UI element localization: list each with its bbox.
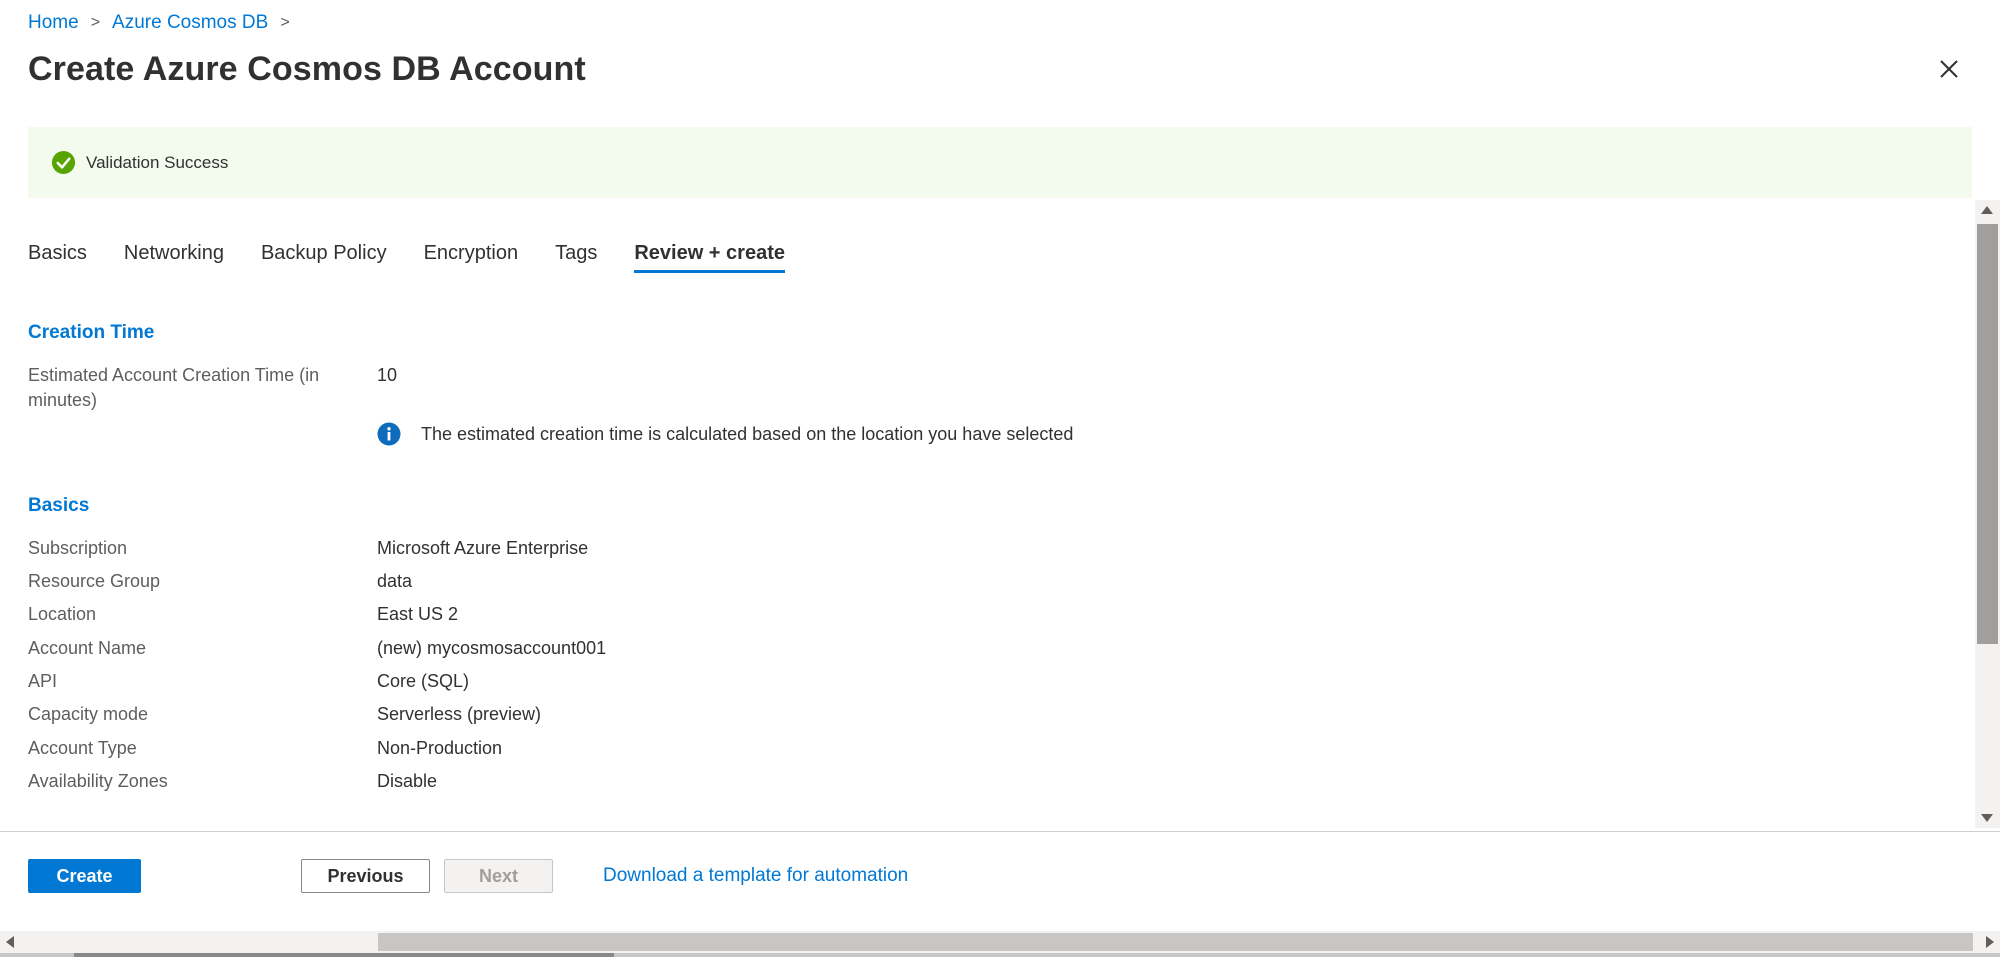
chevron-right-icon: > bbox=[90, 14, 101, 31]
previous-button[interactable]: Previous bbox=[301, 859, 430, 893]
scroll-up-arrow-icon[interactable] bbox=[1981, 206, 1993, 214]
scroll-left-arrow-icon[interactable] bbox=[6, 936, 14, 948]
page-title: Create Azure Cosmos DB Account bbox=[28, 50, 586, 88]
taskbar-strip bbox=[0, 953, 2000, 957]
resource-group-value: data bbox=[377, 571, 413, 591]
footer-divider bbox=[0, 831, 2000, 832]
capacity-mode-value: Serverless (preview) bbox=[377, 704, 542, 724]
breadcrumb-cosmos-link[interactable]: Azure Cosmos DB bbox=[112, 12, 268, 34]
breadcrumb: Home > Azure Cosmos DB > bbox=[28, 12, 302, 34]
subscription-value: Microsoft Azure Enterprise bbox=[377, 538, 589, 558]
account-type-value: Non-Production bbox=[377, 738, 503, 758]
next-button[interactable]: Next bbox=[444, 859, 553, 893]
account-type-label: Account Type bbox=[28, 738, 137, 758]
vertical-scroll-thumb[interactable] bbox=[1977, 224, 1998, 644]
tab-basics[interactable]: Basics bbox=[28, 236, 87, 273]
location-label: Location bbox=[28, 604, 97, 624]
download-template-link[interactable]: Download a template for automation bbox=[603, 865, 908, 887]
availability-zones-value: Disable bbox=[377, 771, 438, 791]
tab-networking[interactable]: Networking bbox=[124, 236, 224, 273]
horizontal-scroll-thumb[interactable] bbox=[378, 933, 1973, 951]
success-check-icon bbox=[51, 150, 76, 175]
api-label: API bbox=[28, 671, 58, 691]
creation-time-info-text: The estimated creation time is calculate… bbox=[421, 423, 1074, 444]
api-value: Core (SQL) bbox=[377, 671, 470, 691]
availability-zones-label: Availability Zones bbox=[28, 771, 168, 791]
chevron-right-icon: > bbox=[280, 14, 290, 31]
tab-tags[interactable]: Tags bbox=[555, 236, 597, 273]
capacity-mode-label: Capacity mode bbox=[28, 704, 149, 724]
close-button[interactable] bbox=[1936, 56, 1962, 82]
validation-message: Validation Success bbox=[86, 152, 229, 172]
account-name-value: (new) mycosmosaccount001 bbox=[377, 638, 607, 658]
wizard-tabs: Basics Networking Backup Policy Encrypti… bbox=[28, 236, 785, 273]
info-icon bbox=[377, 422, 401, 446]
tab-backup-policy[interactable]: Backup Policy bbox=[261, 236, 387, 273]
subscription-label: Subscription bbox=[28, 538, 128, 558]
creation-time-heading: Creation Time bbox=[28, 322, 155, 343]
account-name-label: Account Name bbox=[28, 638, 147, 658]
create-button[interactable]: Create bbox=[28, 859, 141, 893]
scroll-right-arrow-icon[interactable] bbox=[1986, 936, 1994, 948]
creation-time-value: 10 bbox=[377, 365, 398, 385]
tab-encryption[interactable]: Encryption bbox=[424, 236, 519, 273]
breadcrumb-home-link[interactable]: Home bbox=[28, 12, 79, 34]
scroll-down-arrow-icon[interactable] bbox=[1981, 814, 1993, 822]
validation-banner: Validation Success bbox=[28, 127, 1972, 198]
vertical-scrollbar[interactable] bbox=[1975, 200, 2000, 828]
creation-time-label: Estimated Account Creation Time (in minu… bbox=[28, 363, 319, 413]
creation-time-label-line2: minutes) bbox=[28, 390, 98, 410]
taskbar-segment bbox=[74, 953, 614, 957]
tab-review-create[interactable]: Review + create bbox=[634, 236, 785, 273]
basics-heading: Basics bbox=[28, 495, 90, 516]
resource-group-label: Resource Group bbox=[28, 571, 161, 591]
close-icon bbox=[1940, 60, 1958, 78]
horizontal-scrollbar[interactable] bbox=[0, 931, 2000, 953]
creation-time-label-line1: Estimated Account Creation Time (in bbox=[28, 365, 320, 385]
creation-time-info: The estimated creation time is calculate… bbox=[377, 422, 1073, 446]
location-value: East US 2 bbox=[377, 604, 459, 624]
